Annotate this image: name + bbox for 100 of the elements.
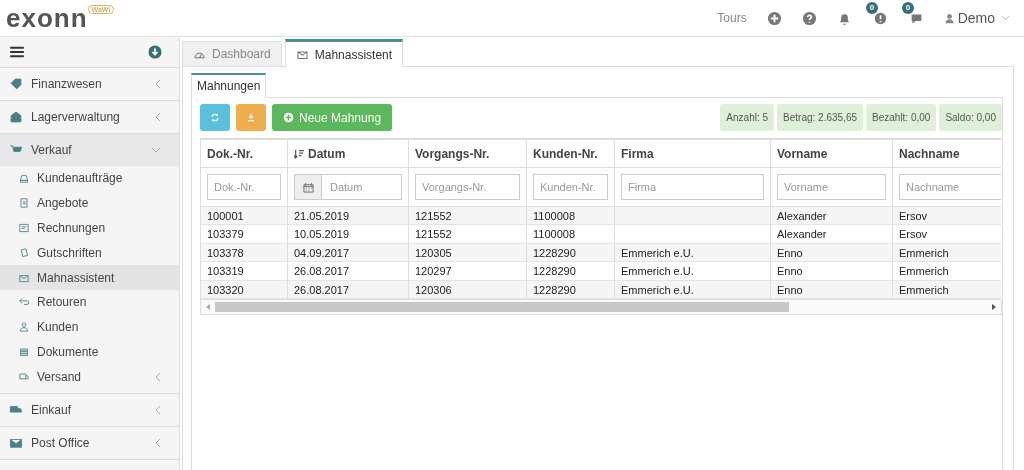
item-label: Angebote xyxy=(37,196,90,211)
table-cell: Emmerich xyxy=(893,262,1001,281)
help-icon[interactable] xyxy=(801,10,817,26)
add-icon[interactable] xyxy=(766,10,782,26)
table-cell: Ersov xyxy=(893,225,1001,244)
tab-icon xyxy=(295,48,309,61)
column-header[interactable]: Firma xyxy=(615,140,771,168)
column-header[interactable]: Nachname xyxy=(893,140,1001,168)
table-cell: 1228290 xyxy=(527,280,615,299)
sidebar-item[interactable]: Versand xyxy=(0,364,179,390)
table-cell: 26.08.2017 xyxy=(288,280,409,299)
table-cell: 04.09.2017 xyxy=(288,243,409,263)
item-icon xyxy=(18,321,30,334)
user-icon xyxy=(943,12,955,24)
download-icon[interactable] xyxy=(148,45,162,59)
sidebar-item[interactable]: Mahnassistent xyxy=(0,265,179,290)
table-cell: Enno xyxy=(771,280,893,299)
sort-icon xyxy=(294,148,304,159)
table-cell: Emmerich xyxy=(893,280,1001,299)
table-cell: 121552 xyxy=(409,207,527,226)
scroll-right-icon[interactable] xyxy=(992,303,996,310)
item-label: Rechnungen xyxy=(37,221,107,235)
sidebar-item[interactable]: Kunden xyxy=(0,314,179,340)
user-menu[interactable]: Demo xyxy=(943,10,1010,26)
table-cell: Emmerich e.U. xyxy=(615,262,771,281)
plus-circle-icon xyxy=(283,112,294,123)
sidebar-item[interactable]: Gutschriften xyxy=(0,240,179,266)
column-header[interactable]: Vorname xyxy=(771,140,893,168)
item-icon xyxy=(18,172,30,185)
table-cell: 120297 xyxy=(409,262,527,281)
table-cell: 103319 xyxy=(201,262,288,281)
sidebar-item[interactable]: Angebote xyxy=(0,190,179,216)
item-icon xyxy=(18,246,30,259)
filter-field[interactable]: Firma xyxy=(621,174,764,200)
table-cell: Emmerich e.U. xyxy=(615,243,771,263)
column-header[interactable]: Vorgangs-Nr. xyxy=(409,140,527,168)
item-label: Mahnassistent xyxy=(37,270,116,285)
sidebar-item[interactable]: Kundenaufträge xyxy=(0,166,179,191)
item-label: Kundenaufträge xyxy=(37,171,124,186)
filter-field[interactable]: Kunden-Nr. xyxy=(533,174,608,200)
sidebar-item[interactable]: Rechnungen xyxy=(0,215,179,241)
subtab[interactable]: Mahnungen xyxy=(191,73,267,98)
tab[interactable]: Mahnassistent xyxy=(284,39,404,67)
calendar-button[interactable] xyxy=(294,174,322,200)
tours-link[interactable]: Tours xyxy=(717,11,747,25)
table-cell: 103379 xyxy=(201,225,288,244)
table-cell: 21.05.2019 xyxy=(288,207,409,226)
table-cell: Emmerich xyxy=(893,243,1001,263)
section-icon xyxy=(9,436,23,451)
sidebar-section[interactable]: Post Office xyxy=(0,427,179,461)
item-icon xyxy=(18,345,30,358)
section-label: Verkauf xyxy=(31,143,73,157)
sidebar-section[interactable]: Einkauf xyxy=(0,394,179,428)
table-cell: Ersov xyxy=(893,207,1001,226)
table-cell: Alexander xyxy=(771,207,893,226)
section-label: Einkauf xyxy=(31,403,73,418)
section-label: Lagerverwaltung xyxy=(31,110,121,124)
logo-text: exonn xyxy=(6,3,88,33)
message-count-badge: 0 xyxy=(901,2,915,14)
download-icon xyxy=(246,112,256,123)
alert-icon[interactable] xyxy=(873,12,887,25)
filter-field[interactable]: Nachname xyxy=(899,174,1001,200)
menu-icon[interactable] xyxy=(10,46,24,58)
item-icon xyxy=(18,222,30,234)
user-name: Demo xyxy=(957,10,995,26)
date-filter-field[interactable]: Datum xyxy=(322,174,402,200)
item-icon xyxy=(18,197,30,210)
section-label: Post Office xyxy=(31,436,91,451)
section-icon xyxy=(9,77,23,91)
alert-count-badge: 0 xyxy=(865,2,879,14)
chevron-down-icon xyxy=(1001,15,1010,21)
table-cell: Alexander xyxy=(771,225,893,244)
filter-field[interactable]: Vorgangs-Nr. xyxy=(415,174,520,200)
table-cell: 26.08.2017 xyxy=(288,262,409,281)
filter-field[interactable]: Vorname xyxy=(777,174,886,200)
refresh-icon xyxy=(210,112,220,123)
sidebar-item[interactable]: Retouren xyxy=(0,290,179,315)
section-label: Finanzwesen xyxy=(31,77,103,91)
table-cell: 1228290 xyxy=(527,243,615,263)
column-header[interactable]: Datum xyxy=(288,140,409,168)
table-cell: 120305 xyxy=(409,243,527,263)
column-header[interactable]: Dok.-Nr. xyxy=(201,140,288,168)
chevron-left-icon xyxy=(155,371,161,382)
table-cell: 1100008 xyxy=(527,207,615,226)
table-cell: Emmerich e.U. xyxy=(615,280,771,299)
table-cell: 1100008 xyxy=(527,225,615,244)
item-label: Gutschriften xyxy=(37,245,103,260)
table-cell: 121552 xyxy=(409,225,527,244)
table-cell: 1228290 xyxy=(527,262,615,281)
summary-label: Bezahlt: 0,00 xyxy=(866,104,937,131)
table-cell: 10.05.2019 xyxy=(288,225,409,244)
calendar-icon xyxy=(302,181,314,193)
sidebar-item[interactable]: Dokumente xyxy=(0,339,179,365)
chat-icon[interactable] xyxy=(909,12,923,25)
filter-field[interactable]: Dok.-Nr. xyxy=(207,174,281,200)
table-cell: 103378 xyxy=(201,243,288,263)
sidebar-section[interactable]: Verkauf xyxy=(0,134,179,166)
summary-label: Anzahl: 5 xyxy=(720,104,775,131)
sidebar-section[interactable]: Finanzwesen xyxy=(0,68,179,101)
column-header[interactable]: Kunden-Nr. xyxy=(527,140,615,168)
